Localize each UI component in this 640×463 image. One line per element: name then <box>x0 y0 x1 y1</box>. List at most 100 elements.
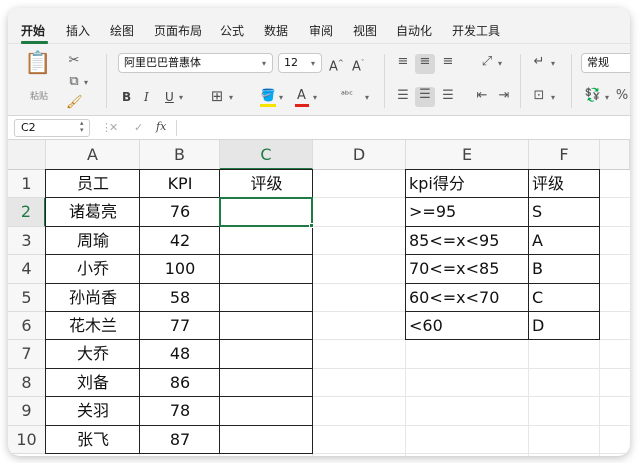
table1-cell[interactable]: 76 <box>140 198 220 226</box>
table2-cell[interactable]: S <box>529 198 600 226</box>
table1-cell[interactable]: 诸葛亮 <box>46 198 140 226</box>
tab-0[interactable]: 开始 <box>21 22 45 39</box>
row-header-5[interactable]: 5 <box>8 283 46 312</box>
name-box-stepper-icon[interactable]: ▴ ▾ <box>80 120 84 134</box>
row-header-8[interactable]: 8 <box>8 368 46 398</box>
borders-icon[interactable]: ⊞ <box>208 88 226 104</box>
table1-cell[interactable] <box>220 340 313 368</box>
table2-cell[interactable]: B <box>529 255 600 283</box>
table1-header-cell[interactable]: KPI <box>140 170 220 198</box>
table1-cell[interactable] <box>220 426 313 454</box>
align-left-icon[interactable]: ☰ <box>394 88 412 104</box>
underline-button[interactable]: U <box>165 89 174 105</box>
copy-icon[interactable]: ⧉ <box>66 74 82 90</box>
name-box[interactable]: C2 <box>14 119 90 137</box>
table1-cell[interactable] <box>220 284 313 312</box>
table1-cell[interactable]: 77 <box>140 312 220 340</box>
column-header-f[interactable]: F <box>529 140 600 170</box>
paste-icon[interactable]: 📋 <box>24 53 51 84</box>
table1-cell[interactable]: 关羽 <box>46 397 140 425</box>
table1-header-cell[interactable]: 评级 <box>220 170 313 198</box>
table1-cell[interactable]: 周瑜 <box>46 227 140 255</box>
table2-cell[interactable]: 85<=x<95 <box>406 227 529 255</box>
row-header-9[interactable]: 9 <box>8 397 46 426</box>
align-middle-icon[interactable]: ≡ <box>415 54 435 74</box>
orientation-icon[interactable]: ⤢ <box>478 54 496 70</box>
select-all-corner[interactable] <box>8 140 46 170</box>
column-header-c[interactable]: C <box>220 140 313 170</box>
wrap-text-icon[interactable]: ↵ <box>530 54 548 70</box>
table2-cell[interactable]: >=95 <box>406 198 529 226</box>
merge-center-icon[interactable]: ⊡ <box>530 88 548 104</box>
italic-button[interactable]: I <box>144 89 149 105</box>
tab-2[interactable]: 绘图 <box>110 22 134 39</box>
table2-cell[interactable]: C <box>529 284 600 312</box>
row-header-4[interactable]: 4 <box>8 255 46 284</box>
font-size-select[interactable]: 12 <box>278 53 322 73</box>
table1-cell[interactable]: 张飞 <box>46 426 140 454</box>
chevron-down-icon[interactable]: ▾ <box>365 93 369 102</box>
table1-cell[interactable] <box>220 312 313 340</box>
chevron-down-icon[interactable]: ▾ <box>229 93 233 102</box>
decrease-indent-icon[interactable]: ⇤ <box>473 88 491 104</box>
chevron-down-icon[interactable]: ▾ <box>179 93 183 102</box>
table1-cell[interactable] <box>220 227 313 255</box>
table1-cell[interactable]: 42 <box>140 227 220 255</box>
align-top-icon[interactable]: ≡ <box>394 54 412 70</box>
table1-cell[interactable]: 小乔 <box>46 255 140 283</box>
tab-3[interactable]: 页面布局 <box>154 22 202 39</box>
row-header-2[interactable]: 2 <box>8 198 46 227</box>
table1-cell[interactable]: 87 <box>140 426 220 454</box>
chevron-down-icon[interactable]: ▾ <box>279 93 283 102</box>
table2-header-cell[interactable]: 评级 <box>529 170 600 198</box>
chevron-down-icon[interactable]: ▾ <box>313 93 317 102</box>
table1-cell[interactable] <box>220 369 313 397</box>
tab-9[interactable]: 开发工具 <box>452 22 500 39</box>
row-header-3[interactable]: 3 <box>8 226 46 256</box>
table1-cell[interactable]: 86 <box>140 369 220 397</box>
table1-cell[interactable] <box>220 397 313 425</box>
chevron-down-icon[interactable]: ▾ <box>311 59 315 68</box>
format-painter-icon[interactable]: 🖌 <box>66 95 83 111</box>
row-header-1[interactable]: 1 <box>8 170 46 199</box>
formula-input[interactable] <box>180 118 624 138</box>
table2-cell[interactable]: 70<=x<85 <box>406 255 529 283</box>
percent-icon[interactable]: % <box>614 88 630 104</box>
font-color-icon[interactable]: A <box>297 88 306 104</box>
cancel-icon[interactable]: ✕ <box>109 120 118 136</box>
chevron-down-icon[interactable]: ▾ <box>262 59 266 68</box>
number-format-select[interactable]: 常规 <box>581 53 630 73</box>
chevron-down-icon[interactable]: ▾ <box>551 59 555 68</box>
currency-icon[interactable]: 💱 <box>584 88 602 104</box>
table2-cell[interactable]: 60<=x<70 <box>406 284 529 312</box>
chevron-down-icon[interactable]: ▾ <box>605 93 609 102</box>
tab-4[interactable]: 公式 <box>220 22 244 39</box>
table2-cell[interactable]: A <box>529 227 600 255</box>
align-right-icon[interactable]: ☰ <box>439 88 457 104</box>
row-header-10[interactable]: 10 <box>8 425 46 454</box>
column-header-d[interactable]: D <box>313 140 406 170</box>
column-header-b[interactable]: B <box>140 140 220 170</box>
table2-header-cell[interactable]: kpi得分 <box>406 170 529 198</box>
table1-cell[interactable]: 大乔 <box>46 340 140 368</box>
table2-cell[interactable]: D <box>529 312 600 340</box>
table1-cell[interactable]: 78 <box>140 397 220 425</box>
phonetic-icon[interactable]: ᵃᵇᶜ <box>341 88 353 104</box>
table1-cell[interactable] <box>220 255 313 283</box>
paste-label[interactable]: 粘贴 <box>30 89 48 105</box>
font-name-select[interactable]: 阿里巴巴普惠体 <box>118 53 273 73</box>
table1-cell[interactable]: 刘备 <box>46 369 140 397</box>
increase-indent-icon[interactable]: ⇥ <box>495 88 513 104</box>
fill-handle[interactable] <box>309 222 314 228</box>
tab-1[interactable]: 插入 <box>66 22 90 39</box>
column-header-e[interactable]: E <box>406 140 529 170</box>
table2-cell[interactable]: <60 <box>406 312 529 340</box>
align-bottom-icon[interactable]: ≡ <box>439 54 457 70</box>
align-center-icon[interactable]: ☰ <box>415 87 435 107</box>
grow-font-button[interactable]: A^ <box>329 55 344 75</box>
table1-cell[interactable]: 孙尚香 <box>46 284 140 312</box>
table1-cell[interactable]: 100 <box>140 255 220 283</box>
tab-6[interactable]: 审阅 <box>309 22 333 39</box>
fill-color-icon[interactable]: 🪣 <box>260 87 276 103</box>
table1-cell[interactable]: 48 <box>140 340 220 368</box>
